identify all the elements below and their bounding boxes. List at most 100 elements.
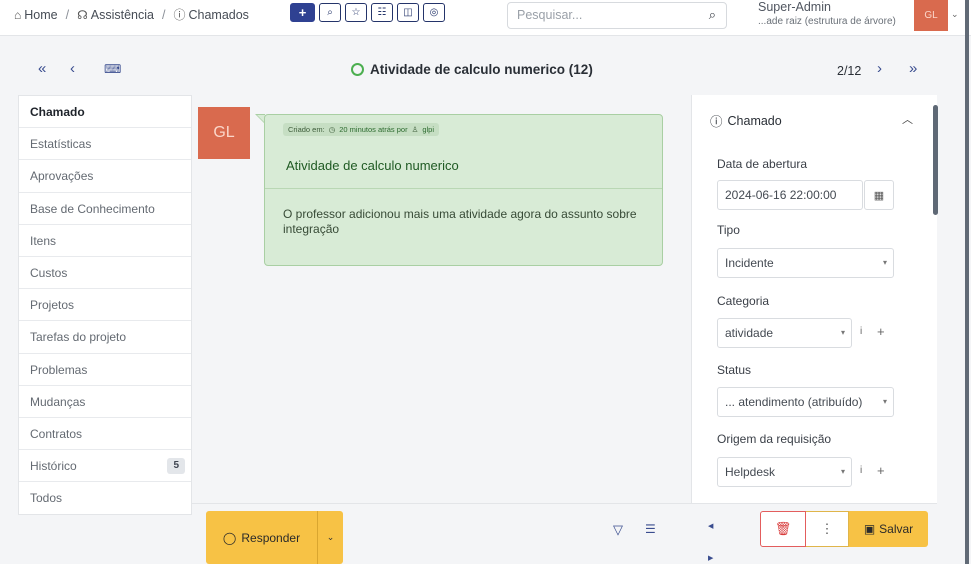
followup-meta: Criado em: ◷ 20 minutos atrás por ♙ glpi [283, 123, 440, 136]
breadcrumb-assistance[interactable]: ☊ Assistência [77, 8, 154, 22]
eye-icon: ◎ [429, 7, 439, 18]
more-vertical-icon: ⋮ [820, 521, 834, 536]
global-search: ⌕ [507, 2, 727, 29]
breadcrumb-separator: / [161, 7, 166, 22]
next-ticket-icon[interactable]: › [877, 60, 882, 77]
chevron-down-icon: ⌄ [326, 532, 335, 542]
info-icon[interactable]: i [860, 326, 862, 337]
dropdown-arrow-icon: ▾ [882, 397, 887, 406]
user-icon: ♙ [411, 125, 419, 134]
tab-mudancas[interactable]: Mudanças [19, 386, 191, 418]
keyboard-icon[interactable]: ⌨ [104, 62, 121, 76]
reply-button[interactable]: ◯ Responder [206, 511, 317, 564]
panel-header[interactable]: ⓘ Chamado [710, 111, 782, 130]
breadcrumb-separator: / [65, 7, 70, 22]
add-icon: + [298, 5, 307, 20]
favorite-button[interactable]: ☆ [345, 3, 367, 22]
origin-label: Origem da requisição [717, 432, 832, 446]
previous-ticket-icon[interactable]: ‹ [70, 60, 75, 77]
reply-options-button[interactable]: ⌄ [317, 511, 343, 564]
breadcrumb: ⌂ Home / ☊ Assistência / ⓘ Chamados [14, 6, 249, 23]
save-icon: ▣ [863, 522, 876, 536]
view-button[interactable]: ◎ [423, 3, 445, 22]
dropdown-arrow-icon: ▾ [840, 328, 845, 337]
page-scrollbar[interactable] [965, 0, 969, 564]
tab-tarefas-projeto[interactable]: Tarefas do projeto [19, 321, 191, 354]
type-select[interactable]: Incidente ▾ [717, 248, 894, 278]
delete-button[interactable]: 🗑 [760, 511, 806, 547]
origin-select[interactable]: Helpdesk ▾ [717, 457, 852, 487]
tab-todos[interactable]: Todos [19, 482, 191, 514]
info-icon[interactable]: i [860, 465, 862, 476]
tab-projetos[interactable]: Projetos [19, 289, 191, 322]
open-date-label: Data de abertura [717, 157, 808, 171]
ticket-tabs: Chamado Estatísticas Aprovações Base de … [18, 95, 192, 516]
status-select[interactable]: ... atendimento (atribuído) ▾ [717, 387, 894, 417]
comment-icon: ◯ [222, 530, 237, 545]
status-label: Status [717, 363, 752, 377]
tab-custos[interactable]: Custos [19, 257, 191, 290]
search-button[interactable]: ⌕ [319, 3, 341, 22]
tab-itens[interactable]: Itens [19, 225, 191, 257]
star-icon: ☆ [351, 7, 361, 18]
breadcrumb-home[interactable]: ⌂ Home [14, 8, 58, 22]
assistance-icon: ☊ [77, 7, 88, 22]
category-select[interactable]: atividade ▾ [717, 318, 852, 348]
home-icon: ⌂ [14, 7, 22, 22]
ticket-navigation: « ‹ ⌨ Atividade de calculo numerico (12)… [18, 56, 938, 86]
dropdown-arrow-icon: ▾ [840, 467, 845, 476]
add-button[interactable]: + [290, 3, 315, 22]
tab-historico[interactable]: Histórico 5 [19, 450, 191, 483]
user-name: Super-Admin [758, 0, 831, 14]
add-icon[interactable]: + [877, 324, 885, 339]
calendar-icon[interactable]: ▦ [864, 180, 894, 210]
breadcrumb-toolbar: + ⌕ ☆ ☷ ◫ ◎ [290, 3, 445, 22]
followup-content: O professor adicionou mais uma atividade… [283, 207, 637, 236]
followup-title: Atividade de calculo numerico [286, 158, 459, 173]
tab-aprovacoes[interactable]: Aprovações [19, 160, 191, 193]
status-new-icon [351, 63, 364, 76]
save-button[interactable]: ▣ Salvar [849, 511, 928, 547]
followup-card[interactable]: Criado em: ◷ 20 minutos atrás por ♙ glpi… [264, 114, 663, 266]
info-icon: ⓘ [710, 115, 723, 129]
tab-contratos[interactable]: Contratos [19, 418, 191, 451]
open-date-field[interactable]: 2024-06-16 22:00:00 [717, 180, 863, 210]
collapse-left-icon[interactable]: ◀ [708, 522, 713, 530]
top-header: ⌂ Home / ☊ Assistência / ⓘ Chamados + ⌕ ☆ ☷… [0, 0, 971, 36]
dropdown-arrow-icon: ▾ [882, 258, 887, 267]
page-title: Atividade de calculo numerico (12) [351, 62, 593, 77]
tab-problemas[interactable]: Problemas [19, 354, 191, 386]
pager-count: 2/12 [837, 64, 862, 78]
first-ticket-icon[interactable]: « [38, 60, 46, 77]
last-ticket-icon[interactable]: » [909, 60, 917, 77]
avatar: GL [198, 107, 250, 159]
search-input[interactable] [517, 3, 697, 27]
user-menu[interactable]: Super-Admin ...ade raiz (estrutura de ár… [758, 0, 896, 27]
history-count-badge: 5 [167, 458, 185, 475]
clock-icon: ◷ [328, 125, 336, 134]
tab-estatisticas[interactable]: Estatísticas [19, 128, 191, 161]
chevron-down-icon[interactable]: ⌄ [951, 9, 959, 20]
ticket-fields-panel: ⓘ Chamado ︿ Data de abertura 2024-06-16 … [691, 95, 938, 503]
search-icon[interactable]: ⌕ [709, 7, 716, 23]
more-actions-button[interactable]: ⋮ [806, 511, 849, 547]
breadcrumb-tickets[interactable]: ⓘ Chamados [173, 6, 248, 23]
tickets-icon: ⓘ [173, 8, 186, 22]
panel-scrollbar[interactable] [933, 105, 938, 215]
tab-base-conhecimento[interactable]: Base de Conhecimento [19, 193, 191, 225]
divider [265, 188, 662, 189]
chevron-up-icon[interactable]: ︿ [902, 111, 913, 127]
search-icon: ⌕ [327, 7, 333, 18]
filter-icon[interactable]: ▽ [613, 522, 623, 538]
columns-button[interactable]: ◫ [397, 3, 419, 22]
trash-icon: 🗑 [774, 521, 792, 536]
sort-list-icon[interactable]: ☰ [645, 522, 656, 536]
add-icon[interactable]: + [877, 463, 885, 478]
category-label: Categoria [717, 294, 770, 308]
tab-chamado[interactable]: Chamado [19, 96, 191, 129]
avatar[interactable]: GL [914, 0, 948, 31]
expand-right-icon[interactable]: ▶ [708, 554, 713, 562]
type-label: Tipo [717, 223, 740, 237]
list-button[interactable]: ☷ [371, 3, 393, 22]
columns-icon: ◫ [403, 7, 413, 18]
